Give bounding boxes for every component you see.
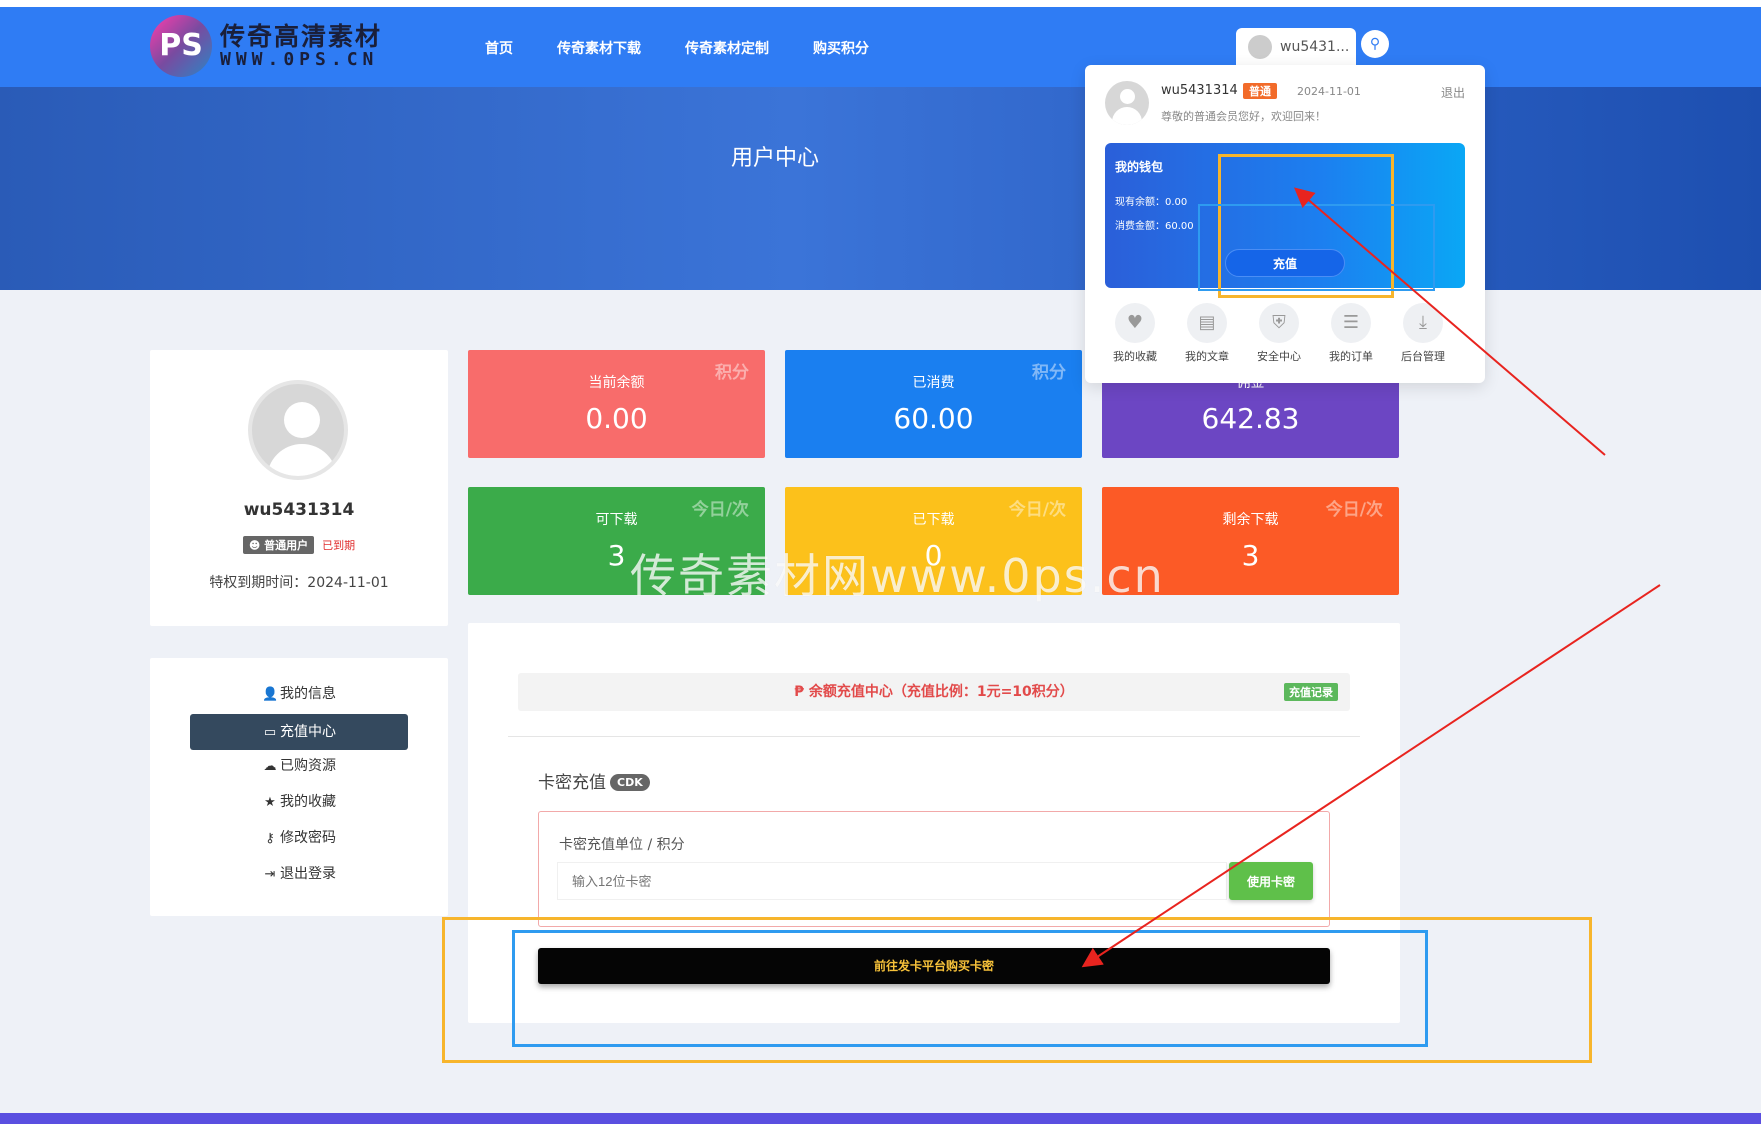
annotation-arrow-buy <box>1081 584 1661 968</box>
watermark: 传奇素材网www.0ps.cn <box>630 549 1165 603</box>
annotation-arrow-wallet <box>1293 187 1606 456</box>
